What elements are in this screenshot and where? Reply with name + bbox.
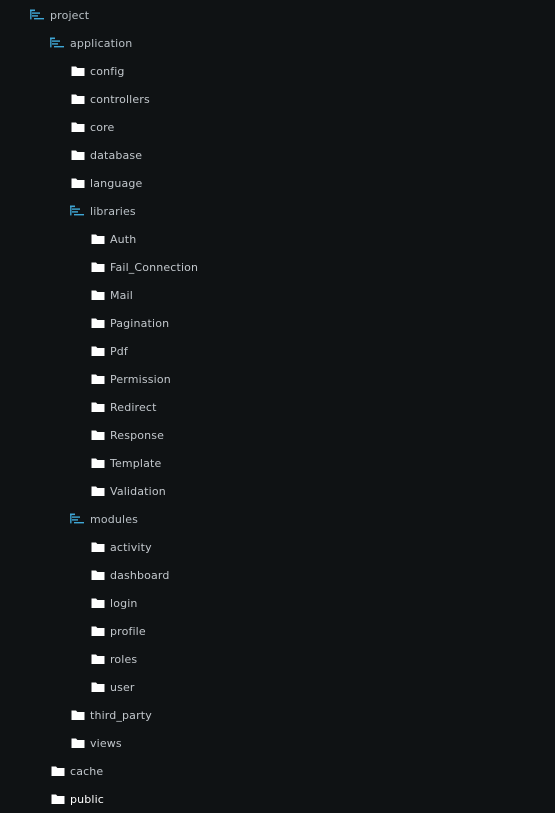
folder-icon	[50, 792, 66, 806]
folder-icon	[90, 232, 106, 246]
folder-icon	[90, 652, 106, 666]
tree-item-pdf[interactable]: Pdf	[90, 337, 128, 365]
tree-item-libraries[interactable]: libraries	[70, 197, 136, 225]
tree-item-response[interactable]: Response	[90, 421, 164, 449]
tree-item-validation[interactable]: Validation	[90, 477, 166, 505]
tree-item-core[interactable]: core	[70, 113, 114, 141]
tree-item-config[interactable]: config	[70, 57, 125, 85]
tree-item-permission[interactable]: Permission	[90, 365, 171, 393]
tree-item-label: public	[70, 792, 104, 806]
tree-item-label: Pdf	[110, 344, 128, 358]
tree-item-label: profile	[110, 624, 146, 638]
folder-icon	[90, 288, 106, 302]
folder-icon	[90, 484, 106, 498]
tree-item-template[interactable]: Template	[90, 449, 161, 477]
tree-item-label: Auth	[110, 232, 137, 246]
tree-item-label: Fail_Connection	[110, 260, 199, 274]
folder-icon	[70, 64, 86, 78]
tree-item-cache[interactable]: cache	[50, 757, 103, 785]
tree-item-label: project	[50, 8, 90, 22]
folder-open-list-icon	[70, 204, 86, 218]
tree-item-dashboard[interactable]: dashboard	[90, 561, 170, 589]
tree-item-mail[interactable]: Mail	[90, 281, 133, 309]
folder-icon	[90, 428, 106, 442]
folder-icon	[70, 120, 86, 134]
tree-item-third-party[interactable]: third_party	[70, 701, 152, 729]
tree-item-auth[interactable]: Auth	[90, 225, 136, 253]
folder-open-list-icon	[70, 512, 86, 526]
tree-item-label: libraries	[90, 204, 136, 218]
tree-item-profile[interactable]: profile	[90, 617, 146, 645]
folder-icon	[50, 764, 66, 778]
folder-icon	[70, 176, 86, 190]
tree-item-label: controllers	[90, 92, 150, 106]
tree-item-label: login	[110, 596, 138, 610]
folder-icon	[90, 540, 106, 554]
folder-icon	[70, 148, 86, 162]
tree-item-application[interactable]: application	[50, 29, 132, 57]
tree-item-label: language	[90, 176, 143, 190]
tree-item-label: core	[90, 120, 115, 134]
folder-icon	[90, 400, 106, 414]
tree-item-label: Response	[110, 428, 165, 442]
tree-item-public[interactable]: public	[50, 785, 104, 813]
tree-item-label: Mail	[110, 288, 133, 302]
tree-item-label: modules	[90, 512, 139, 526]
tree-item-label: application	[70, 36, 133, 50]
tree-item-label: database	[90, 148, 143, 162]
folder-icon	[70, 92, 86, 106]
folder-icon	[90, 260, 106, 274]
tree-item-modules[interactable]: modules	[70, 505, 138, 533]
folder-icon	[90, 344, 106, 358]
tree-item-database[interactable]: database	[70, 141, 142, 169]
folder-icon	[90, 624, 106, 638]
tree-item-user[interactable]: user	[90, 673, 135, 701]
tree-item-label: Template	[110, 456, 162, 470]
folder-icon	[90, 680, 106, 694]
folder-icon	[90, 568, 106, 582]
tree-item-language[interactable]: language	[70, 169, 142, 197]
tree-item-label: dashboard	[110, 568, 170, 582]
folder-icon	[90, 456, 106, 470]
tree-item-fail-connection[interactable]: Fail_Connection	[90, 253, 198, 281]
tree-item-label: config	[90, 64, 125, 78]
folder-icon	[90, 596, 106, 610]
folder-tree: project application config controllers core d…	[0, 0, 555, 813]
folder-icon	[90, 372, 106, 386]
folder-icon	[90, 316, 106, 330]
tree-item-label: cache	[70, 764, 104, 778]
tree-item-label: views	[90, 736, 122, 750]
tree-item-login[interactable]: login	[90, 589, 138, 617]
tree-item-controllers[interactable]: controllers	[70, 85, 150, 113]
tree-item-label: Validation	[110, 484, 166, 498]
tree-item-views[interactable]: views	[70, 729, 122, 757]
tree-item-label: third_party	[90, 708, 152, 722]
tree-item-label: roles	[110, 652, 138, 666]
tree-item-label: Redirect	[110, 400, 157, 414]
tree-item-roles[interactable]: roles	[90, 645, 137, 673]
tree-item-label: user	[110, 680, 135, 694]
tree-item-label: Permission	[110, 372, 171, 386]
folder-open-list-icon	[30, 8, 46, 22]
tree-item-label: activity	[110, 540, 152, 554]
folder-icon	[70, 708, 86, 722]
tree-item-redirect[interactable]: Redirect	[90, 393, 157, 421]
tree-item-pagination[interactable]: Pagination	[90, 309, 169, 337]
tree-item-label: Pagination	[110, 316, 170, 330]
tree-item-project[interactable]: project	[30, 1, 89, 29]
folder-icon	[70, 736, 86, 750]
tree-item-activity[interactable]: activity	[90, 533, 152, 561]
folder-open-list-icon	[50, 36, 66, 50]
